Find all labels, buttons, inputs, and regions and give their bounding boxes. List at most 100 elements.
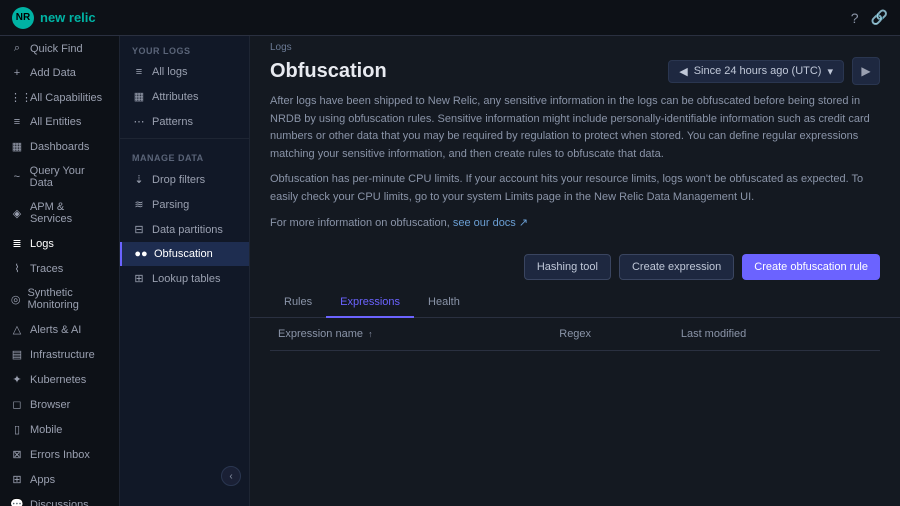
col-last-modified: Last modified bbox=[673, 318, 880, 351]
create-obfuscation-rule-button[interactable]: Create obfuscation rule bbox=[742, 254, 880, 280]
apm-icon: ◈ bbox=[10, 207, 24, 220]
nav-item-query-your-data[interactable]: ~ Query Your Data bbox=[0, 159, 119, 195]
description-paragraph-2: Obfuscation has per-minute CPU limits. I… bbox=[270, 171, 880, 206]
nav-label: All Capabilities bbox=[30, 92, 102, 104]
nav-label: Dashboards bbox=[30, 141, 89, 153]
collapse-sidebar-button[interactable]: ‹ bbox=[221, 466, 241, 486]
nav-label: Discussions bbox=[30, 499, 89, 506]
docs-prefix-text: For more information on obfuscation, bbox=[270, 217, 450, 229]
nav-item-alerts-ai[interactable]: △ Alerts & AI bbox=[0, 317, 119, 342]
search-icon: ⌕ bbox=[10, 42, 24, 55]
time-picker[interactable]: ◀ Since 24 hours ago (UTC) ▾ bbox=[668, 60, 844, 83]
table-area: Expression name ↑ Regex Last modified bbox=[250, 318, 900, 506]
lookup-tables-icon: ⊞ bbox=[132, 272, 146, 285]
sidebar-item-all-logs[interactable]: ≡ All logs bbox=[120, 60, 249, 84]
logs-sidebar: YOUR LOGS ≡ All logs ▦ Attributes ⋯ Patt… bbox=[120, 36, 250, 506]
obfuscation-icon: ●● bbox=[134, 248, 148, 260]
nav-item-apm-services[interactable]: ◈ APM & Services bbox=[0, 195, 119, 231]
sidebar-item-label: Obfuscation bbox=[154, 248, 213, 260]
infrastructure-icon: ▤ bbox=[10, 348, 24, 361]
attributes-icon: ▦ bbox=[132, 90, 146, 103]
mobile-icon: ▯ bbox=[10, 423, 24, 436]
kubernetes-icon: ✦ bbox=[10, 373, 24, 386]
breadcrumb-link[interactable]: Logs bbox=[270, 42, 292, 53]
nav-item-dashboards[interactable]: ▦ Dashboards bbox=[0, 134, 119, 159]
sidebar-item-data-partitions[interactable]: ⊟ Data partitions bbox=[120, 217, 249, 242]
table-header: Expression name ↑ Regex Last modified bbox=[270, 318, 880, 351]
sidebar-item-obfuscation[interactable]: ●● Obfuscation bbox=[120, 242, 249, 266]
nav-item-errors-inbox[interactable]: ⊠ Errors Inbox bbox=[0, 442, 119, 467]
nav-item-traces[interactable]: ⌇ Traces bbox=[0, 256, 119, 281]
action-buttons: Hashing tool Create expression Create ob… bbox=[250, 250, 900, 288]
sidebar-item-label: Lookup tables bbox=[152, 273, 221, 285]
col-expression-name[interactable]: Expression name ↑ bbox=[270, 318, 551, 351]
nav-label: Add Data bbox=[30, 67, 76, 79]
nav-item-kubernetes[interactable]: ✦ Kubernetes bbox=[0, 367, 119, 392]
synthetic-icon: ◎ bbox=[10, 293, 21, 306]
help-button[interactable]: ? bbox=[851, 10, 859, 26]
nav-item-logs[interactable]: ≣ Logs bbox=[0, 231, 119, 256]
nav-label: All Entities bbox=[30, 116, 81, 128]
sidebar-item-label: Attributes bbox=[152, 91, 198, 103]
hashing-tool-button[interactable]: Hashing tool bbox=[524, 254, 611, 280]
header-controls: ◀ Since 24 hours ago (UTC) ▾ ▶ bbox=[668, 57, 880, 85]
sidebar-item-patterns[interactable]: ⋯ Patterns bbox=[120, 109, 249, 134]
alerts-icon: △ bbox=[10, 323, 24, 336]
app-logo: NR new relic bbox=[12, 7, 96, 29]
link-button[interactable]: 🔗 bbox=[871, 9, 888, 26]
apps-icon: ⊞ bbox=[10, 473, 24, 486]
main-content: Logs Obfuscation ◀ Since 24 hours ago (U… bbox=[250, 36, 900, 506]
drop-filters-icon: ⇣ bbox=[132, 173, 146, 186]
sidebar-item-parsing[interactable]: ≋ Parsing bbox=[120, 192, 249, 217]
nav-item-browser[interactable]: ◻ Browser bbox=[0, 392, 119, 417]
tab-rules[interactable]: Rules bbox=[270, 288, 326, 318]
patterns-icon: ⋯ bbox=[132, 115, 146, 128]
plus-icon: + bbox=[10, 67, 24, 79]
query-icon: ~ bbox=[10, 171, 24, 183]
nav-item-mobile[interactable]: ▯ Mobile bbox=[0, 417, 119, 442]
topbar-right: ? 🔗 bbox=[851, 9, 888, 26]
time-picker-left-arrow: ◀ bbox=[679, 65, 687, 78]
grid-icon: ⋮⋮ bbox=[10, 91, 24, 104]
topbar: NR new relic ? 🔗 bbox=[0, 0, 900, 36]
errors-icon: ⊠ bbox=[10, 448, 24, 461]
traces-icon: ⌇ bbox=[10, 262, 24, 275]
sidebar-item-label: All logs bbox=[152, 66, 187, 78]
nav-label: Logs bbox=[30, 238, 54, 250]
left-nav: ⌕ Quick Find + Add Data ⋮⋮ All Capabilit… bbox=[0, 36, 120, 506]
tab-health[interactable]: Health bbox=[414, 288, 474, 318]
page-title: Obfuscation bbox=[270, 60, 387, 83]
nav-item-quick-find[interactable]: ⌕ Quick Find bbox=[0, 36, 119, 61]
logo-icon: NR bbox=[12, 7, 34, 29]
nav-item-synthetic-monitoring[interactable]: ◎ Synthetic Monitoring bbox=[0, 281, 119, 317]
list-icon: ≡ bbox=[10, 116, 24, 128]
nav-item-add-data[interactable]: + Add Data bbox=[0, 61, 119, 85]
nav-label: Quick Find bbox=[30, 43, 83, 55]
tabs: Rules Expressions Health bbox=[250, 288, 900, 318]
docs-link[interactable]: see our docs ↗ bbox=[453, 217, 528, 229]
create-expression-button[interactable]: Create expression bbox=[619, 254, 734, 280]
sidebar-item-drop-filters[interactable]: ⇣ Drop filters bbox=[120, 167, 249, 192]
nav-item-infrastructure[interactable]: ▤ Infrastructure bbox=[0, 342, 119, 367]
tab-expressions[interactable]: Expressions bbox=[326, 288, 414, 318]
logs-icon: ≣ bbox=[10, 237, 24, 250]
nav-item-discussions[interactable]: 💬 Discussions bbox=[0, 492, 119, 506]
sidebar-item-label: Data partitions bbox=[152, 224, 223, 236]
nav-item-apps[interactable]: ⊞ Apps bbox=[0, 467, 119, 492]
nav-label: Kubernetes bbox=[30, 374, 86, 386]
nav-label: Infrastructure bbox=[30, 349, 95, 361]
sidebar-item-lookup-tables[interactable]: ⊞ Lookup tables bbox=[120, 266, 249, 291]
logo-text: new relic bbox=[40, 10, 96, 25]
description-area: After logs have been shipped to New Reli… bbox=[250, 93, 900, 250]
sidebar-item-label: Parsing bbox=[152, 199, 189, 211]
discussions-icon: 💬 bbox=[10, 498, 24, 506]
all-logs-icon: ≡ bbox=[132, 66, 146, 78]
header-icon-button[interactable]: ▶ bbox=[852, 57, 880, 85]
sidebar-item-attributes[interactable]: ▦ Attributes bbox=[120, 84, 249, 109]
sidebar-item-label: Patterns bbox=[152, 116, 193, 128]
nav-label: Alerts & AI bbox=[30, 324, 81, 336]
nav-item-all-capabilities[interactable]: ⋮⋮ All Capabilities bbox=[0, 85, 119, 110]
nav-item-all-entities[interactable]: ≡ All Entities bbox=[0, 110, 119, 134]
sidebar-section-your-logs: YOUR LOGS bbox=[120, 36, 249, 60]
nav-label: Mobile bbox=[30, 424, 62, 436]
